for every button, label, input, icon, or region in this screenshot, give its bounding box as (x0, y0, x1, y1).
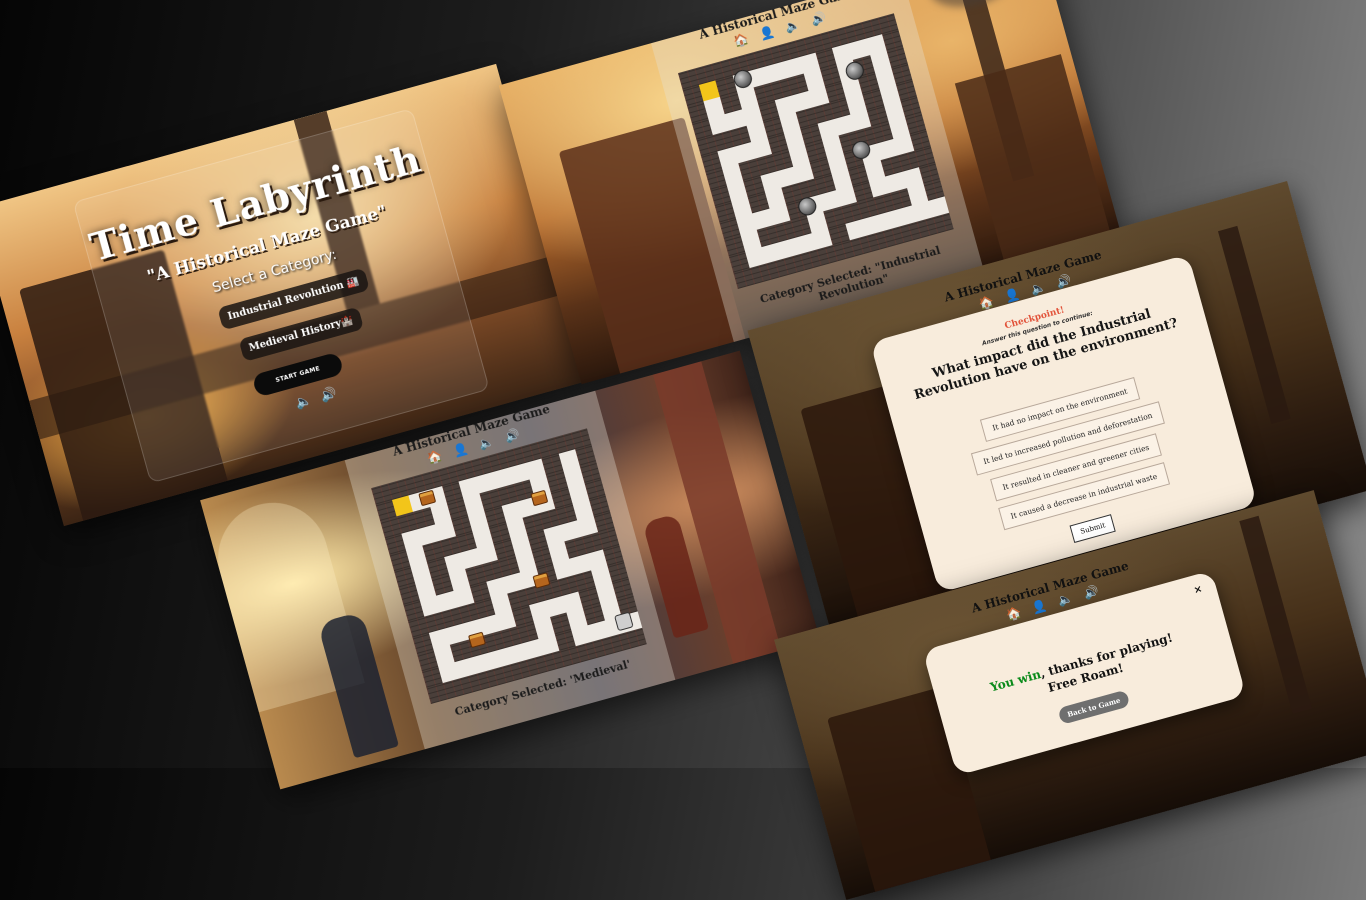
sound-controls[interactable]: 🔈 🔊 (294, 385, 342, 412)
maze-grid[interactable] (677, 13, 954, 289)
chimney-tower (1217, 225, 1291, 425)
back-to-game-button[interactable]: Back to Game (1057, 689, 1131, 725)
mansion-building (954, 54, 1112, 267)
maze-wall (932, 212, 954, 234)
close-icon[interactable]: × (1193, 584, 1204, 597)
title-card: Time Labyrinth "A Historical Maze Game" … (72, 107, 490, 484)
maze-frame: A Historical Maze Game 🏠 👤 🔈 🔊 Category … (341, 381, 679, 759)
submit-button[interactable]: Submit (1069, 514, 1117, 544)
maze-wall (625, 627, 647, 649)
